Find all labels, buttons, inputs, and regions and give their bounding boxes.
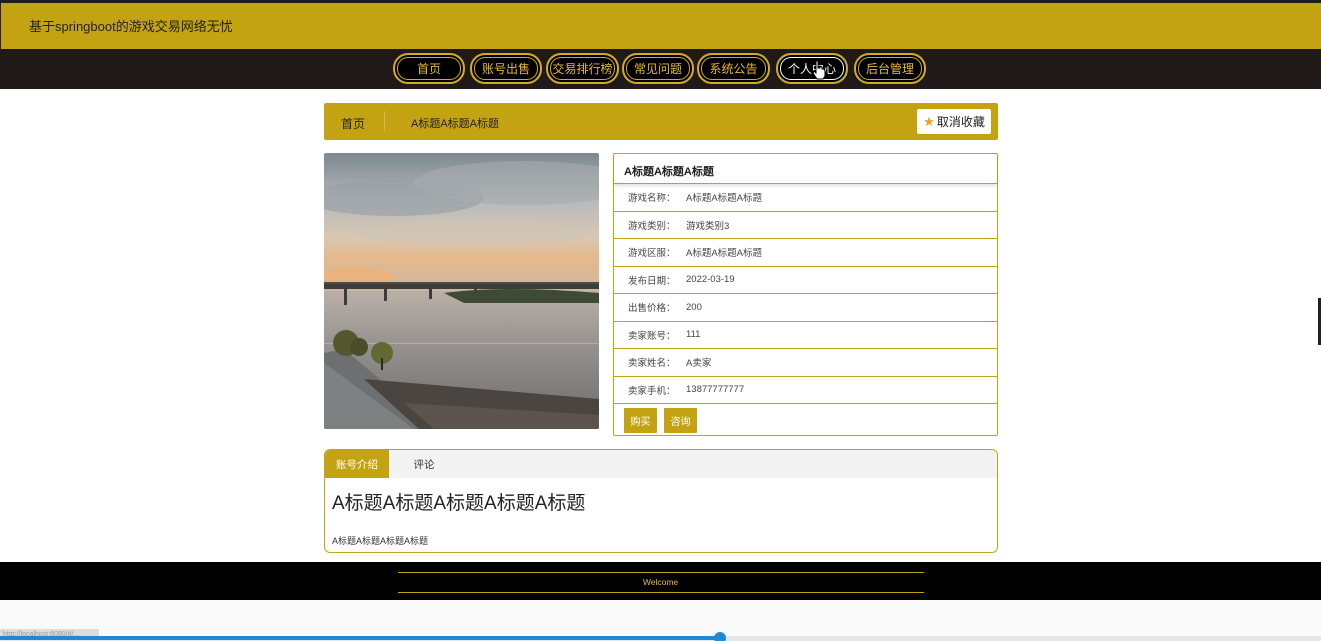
progress-knob[interactable]: [713, 632, 726, 641]
intro-body: A标题A标题A标题A标题: [332, 536, 429, 546]
info-value: 2022-03-19: [686, 274, 735, 286]
lake-bridge-image: [324, 153, 599, 429]
consult-button[interactable]: 咨询: [664, 408, 697, 433]
breadcrumb-divider: [384, 111, 385, 131]
unfavorite-button[interactable]: ★ 取消收藏: [917, 109, 991, 134]
info-label: 卖家账号：: [628, 330, 676, 342]
tab-comments[interactable]: 评论: [403, 450, 445, 478]
info-actions: 购买 咨询: [614, 404, 997, 437]
breadcrumb: 首页 A标题A标题A标题 ★ 取消收藏: [324, 103, 998, 140]
main-nav: 首页 账号出售 交易排行榜 常见问题 系统公告 个人中心 后台管理: [0, 49, 1321, 89]
nav-home[interactable]: 首页: [393, 53, 465, 84]
footer-divider-bottom: [398, 592, 924, 593]
info-value: A标题A标题A标题: [686, 248, 763, 260]
info-label: 游戏名称：: [628, 193, 676, 205]
info-row-game-name: 游戏名称： A标题A标题A标题: [614, 184, 997, 212]
nav-faq[interactable]: 常见问题: [622, 53, 694, 84]
nav-trade-ranking[interactable]: 交易排行榜: [546, 53, 619, 84]
tab-account-intro[interactable]: 账号介绍: [325, 450, 389, 478]
info-value: 111: [686, 329, 701, 341]
footer-divider-top: [398, 572, 924, 573]
info-label: 出售价格：: [628, 303, 676, 315]
unfavorite-label: 取消收藏: [936, 115, 985, 129]
info-value: 游戏类别3: [686, 220, 730, 232]
site-footer: Welcome: [0, 562, 1321, 600]
info-label: 游戏区服：: [628, 248, 676, 260]
nav-admin[interactable]: 后台管理: [854, 53, 926, 84]
buy-button[interactable]: 购买: [624, 408, 657, 433]
info-row-seller-name: 卖家姓名： A卖家: [614, 349, 997, 377]
info-row-price: 出售价格： 200: [614, 294, 997, 322]
info-row-game-category: 游戏类别： 游戏类别3: [614, 212, 997, 239]
info-value: A卖家: [686, 358, 712, 370]
site-header: 基于springboot的游戏交易网络无忧: [0, 3, 1321, 49]
page-bottom-area: [0, 600, 1321, 641]
info-value: A标题A标题A标题: [686, 193, 763, 205]
info-row-publish-date: 发布日期： 2022-03-19: [614, 267, 997, 294]
info-label: 游戏类别：: [628, 220, 676, 232]
site-title: 基于springboot的游戏交易网络无忧: [29, 19, 233, 34]
info-row-seller-phone: 卖家手机： 13877777777: [614, 377, 997, 404]
product-photo: [324, 153, 599, 429]
hand-cursor-icon: [812, 60, 826, 80]
video-progress-bar[interactable]: [0, 632, 1321, 641]
nav-account-sale[interactable]: 账号出售: [470, 53, 542, 84]
info-value: 13877777777: [686, 384, 745, 396]
info-label: 卖家姓名：: [628, 358, 676, 370]
tab-strip: 账号介绍 评论: [325, 450, 997, 478]
info-row-game-server: 游戏区服： A标题A标题A标题: [614, 239, 997, 267]
product-title: A标题A标题A标题: [614, 154, 997, 184]
progress-fill: [0, 636, 720, 640]
info-value: 200: [686, 301, 702, 313]
intro-heading: A标题A标题A标题A标题A标题: [332, 493, 586, 514]
info-row-seller-account: 卖家账号： 111: [614, 322, 997, 349]
product-info-panel: A标题A标题A标题 游戏名称： A标题A标题A标题 游戏类别： 游戏类别3 游戏…: [613, 153, 998, 436]
info-label: 发布日期：: [628, 275, 676, 287]
footer-welcome: Welcome: [642, 577, 679, 587]
breadcrumb-current: A标题A标题A标题: [411, 118, 500, 130]
star-icon: ★: [923, 113, 935, 129]
nav-announcements[interactable]: 系统公告: [697, 53, 770, 84]
breadcrumb-home-link[interactable]: 首页: [341, 115, 365, 132]
detail-tabs: 账号介绍 评论 A标题A标题A标题A标题A标题 A标题A标题A标题A标题: [324, 449, 998, 553]
info-label: 卖家手机：: [628, 385, 676, 397]
